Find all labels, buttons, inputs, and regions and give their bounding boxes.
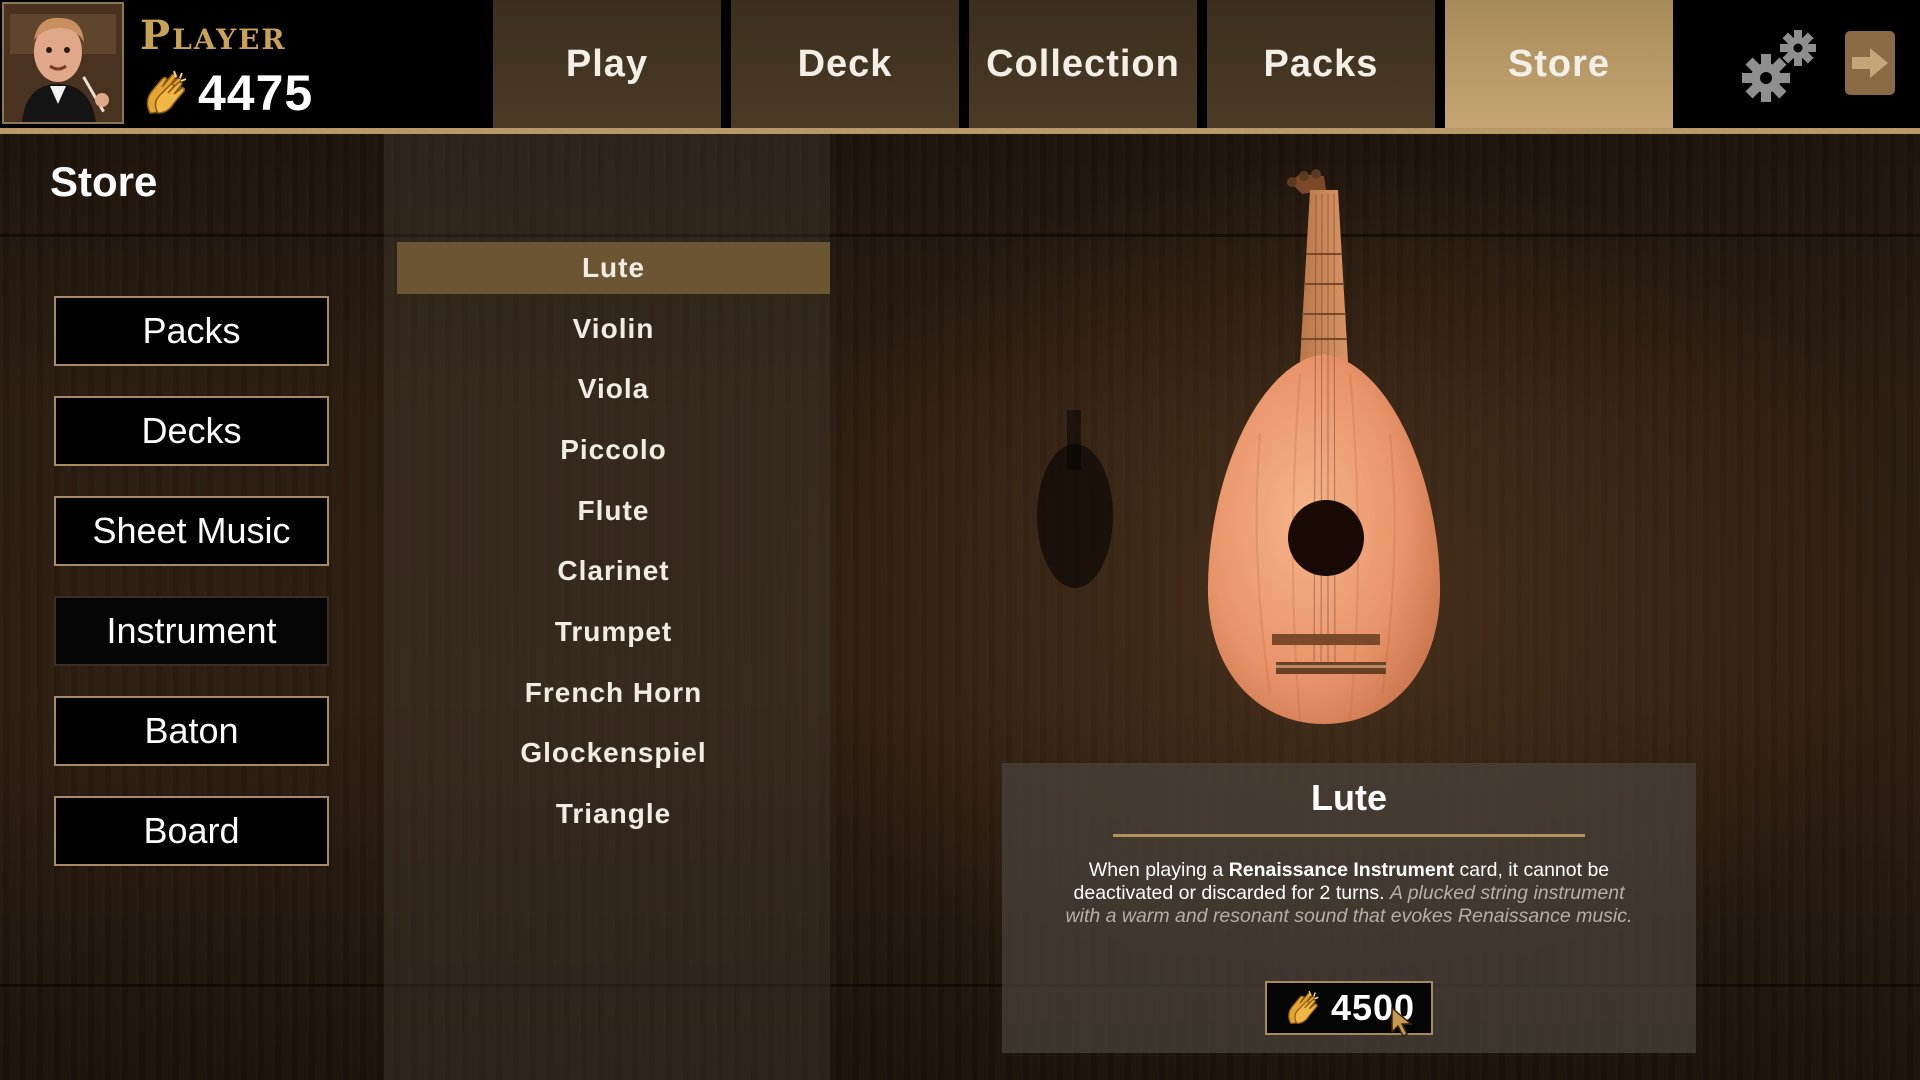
list-item-lute[interactable]: Lute	[397, 242, 830, 294]
exit-button[interactable]	[1845, 31, 1895, 95]
tab-packs[interactable]: Packs	[1207, 0, 1435, 128]
player-coins: 4475	[140, 65, 314, 121]
clapping-hands-icon	[1288, 990, 1319, 1024]
clapping-hands-icon	[146, 70, 187, 114]
list-item-french-horn[interactable]: French Horn	[397, 667, 830, 719]
page-title: Store	[50, 158, 158, 205]
list-item-clarinet[interactable]: Clarinet	[397, 545, 830, 597]
tab-store[interactable]: Store	[1445, 0, 1673, 128]
mouse-cursor-icon	[1391, 1006, 1414, 1038]
gears-icon[interactable]	[1738, 26, 1820, 104]
category-decks[interactable]: Decks	[54, 396, 329, 466]
tab-collection[interactable]: Collection	[969, 0, 1197, 128]
avatar[interactable]	[2, 2, 124, 124]
conductor-avatar-icon	[4, 4, 122, 122]
category-packs[interactable]: Packs	[54, 296, 329, 366]
tab-deck[interactable]: Deck	[731, 0, 959, 128]
list-item-triangle[interactable]: Triangle	[397, 788, 830, 840]
category-sheet-music[interactable]: Sheet Music	[54, 496, 329, 566]
list-item-trumpet[interactable]: Trumpet	[397, 606, 830, 658]
lute-preview-image	[1037, 169, 1441, 724]
detail-description: When playing a Renaissance Instrument ca…	[1062, 859, 1636, 928]
list-item-viola[interactable]: Viola	[397, 363, 830, 415]
list-item-violin[interactable]: Violin	[397, 303, 830, 355]
category-instrument[interactable]: Instrument	[54, 596, 329, 666]
player-name: Player	[140, 12, 287, 59]
category-board[interactable]: Board	[54, 796, 329, 866]
detail-desc-keyword: Renaissance Instrument	[1228, 859, 1455, 881]
tab-play[interactable]: Play	[493, 0, 721, 128]
player-coin-count: 4475	[198, 65, 314, 121]
list-item-piccolo[interactable]: Piccolo	[397, 424, 830, 476]
list-item-flute[interactable]: Flute	[397, 485, 830, 537]
item-detail-card: Lute When playing a Renaissance Instrume…	[1002, 763, 1696, 1053]
detail-title: Lute	[1311, 777, 1387, 818]
list-item-glockenspiel[interactable]: Glockenspiel	[397, 727, 830, 779]
detail-divider	[1113, 834, 1585, 837]
category-baton[interactable]: Baton	[54, 696, 329, 766]
exit-arrow-icon	[1852, 48, 1888, 78]
detail-desc-prefix: When playing a	[1088, 859, 1229, 881]
